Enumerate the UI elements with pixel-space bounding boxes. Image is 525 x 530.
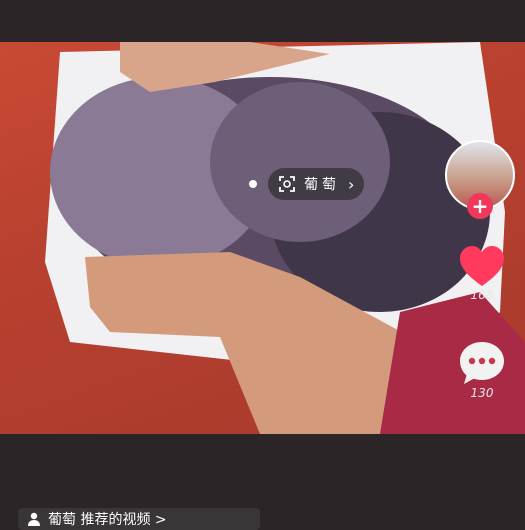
heart-icon bbox=[460, 246, 504, 286]
top-bar bbox=[0, 0, 525, 42]
like-button[interactable]: 168 bbox=[456, 244, 508, 302]
lens-chip-label: 葡萄 bbox=[304, 177, 340, 193]
person-icon bbox=[28, 512, 40, 526]
scan-icon bbox=[279, 176, 295, 192]
author-bar-text: 葡萄 推荐的视频 > bbox=[48, 512, 167, 528]
author-avatar[interactable]: + bbox=[445, 140, 515, 219]
chevron-right-icon: › bbox=[348, 174, 355, 194]
author-bar[interactable]: 葡萄 推荐的视频 > bbox=[18, 508, 260, 530]
lens-marker-dot bbox=[249, 180, 257, 188]
like-count: 168 bbox=[470, 288, 494, 302]
comment-count: 130 bbox=[470, 386, 494, 400]
lens-search-chip[interactable]: 葡萄 › bbox=[268, 168, 365, 200]
follow-button[interactable]: + bbox=[467, 193, 493, 219]
video-frame[interactable] bbox=[0, 42, 525, 434]
comment-button[interactable]: 130 bbox=[456, 340, 508, 400]
video-content bbox=[45, 42, 525, 434]
comment-icon bbox=[460, 342, 504, 384]
